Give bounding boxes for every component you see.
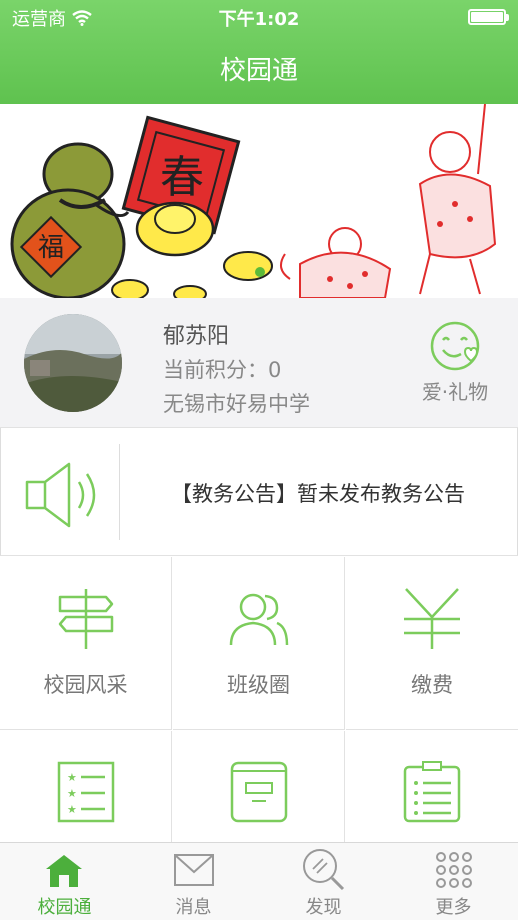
love-gift-button[interactable]: 爱·礼物 (410, 320, 500, 410)
book-icon (230, 761, 288, 823)
grid-item-class-circle[interactable]: 班级圈 (173, 557, 345, 730)
envelope-icon (174, 854, 214, 886)
svg-text:★: ★ (67, 803, 77, 816)
banner[interactable]: 福 春 (0, 104, 518, 298)
grid-item-clipboard[interactable] (346, 731, 518, 842)
divider (119, 444, 120, 540)
grid-item-label: 校园风采 (43, 673, 128, 697)
gift-label: 爱·礼物 (421, 380, 489, 404)
points-label: 当前积分： (163, 358, 268, 382)
clock: 下午1:02 (218, 9, 300, 30)
feature-grid: 校园风采 班级圈 缴费 ★ ★ ★ (0, 557, 518, 842)
status-bar: 运营商 下午1:02 (0, 0, 518, 32)
avatar[interactable] (24, 314, 122, 412)
people-icon (229, 593, 289, 646)
gourd-illustration: 福 (10, 142, 130, 298)
discover-icon (303, 849, 345, 891)
header: 运营商 下午1:02 校园通 (0, 0, 518, 104)
more-icon (436, 852, 472, 888)
tab-discover[interactable]: 发现 (259, 843, 388, 920)
yen-icon (404, 588, 460, 649)
tab-bar: 校园通 消息 发现 更多 (0, 842, 518, 920)
smile-heart-icon (430, 321, 480, 371)
tab-more[interactable]: 更多 (389, 843, 518, 920)
gold-ingots (111, 201, 273, 298)
speaker-icon (25, 462, 96, 528)
tab-label: 更多 (435, 897, 472, 918)
notice-text: 【教务公告】暂未发布教务公告 (171, 482, 465, 506)
banner-illustration: 福 春 (10, 104, 497, 298)
page-title: 校园通 (219, 56, 298, 86)
svg-text:福: 福 (38, 233, 64, 263)
svg-text:★: ★ (67, 771, 77, 784)
grid-item-label: 班级圈 (227, 673, 290, 697)
papercut-children (280, 104, 497, 298)
tab-messages[interactable]: 消息 (129, 843, 258, 920)
home-icon (46, 855, 82, 887)
points-value: 0 (268, 358, 282, 382)
grid-item-label: 缴费 (411, 673, 453, 697)
profile-card: 郁苏阳 当前积分：0 无锡市好易中学 爱·礼物 (0, 298, 518, 428)
svg-text:★: ★ (67, 787, 77, 800)
clipboard-icon (403, 761, 461, 823)
grid-item-payment[interactable]: 缴费 (346, 557, 518, 730)
tab-label: 消息 (175, 897, 212, 918)
grid-item-list[interactable]: ★ ★ ★ (0, 731, 172, 842)
tab-label: 发现 (305, 897, 342, 918)
svg-text:春: 春 (160, 152, 204, 203)
list-icon: ★ ★ ★ (57, 761, 115, 823)
user-name: 郁苏阳 (163, 324, 230, 349)
tab-campus[interactable]: 校园通 (0, 843, 129, 920)
battery-icon (468, 9, 509, 25)
notice-bar[interactable]: 【教务公告】暂未发布教务公告 (0, 428, 518, 556)
school-name: 无锡市好易中学 (163, 392, 310, 416)
signpost-icon (58, 589, 114, 649)
grid-item-book[interactable] (173, 731, 345, 842)
grid-item-campus-style[interactable]: 校园风采 (0, 557, 172, 730)
tab-label: 校园通 (37, 897, 92, 918)
points: 当前积分：0 (163, 354, 281, 384)
